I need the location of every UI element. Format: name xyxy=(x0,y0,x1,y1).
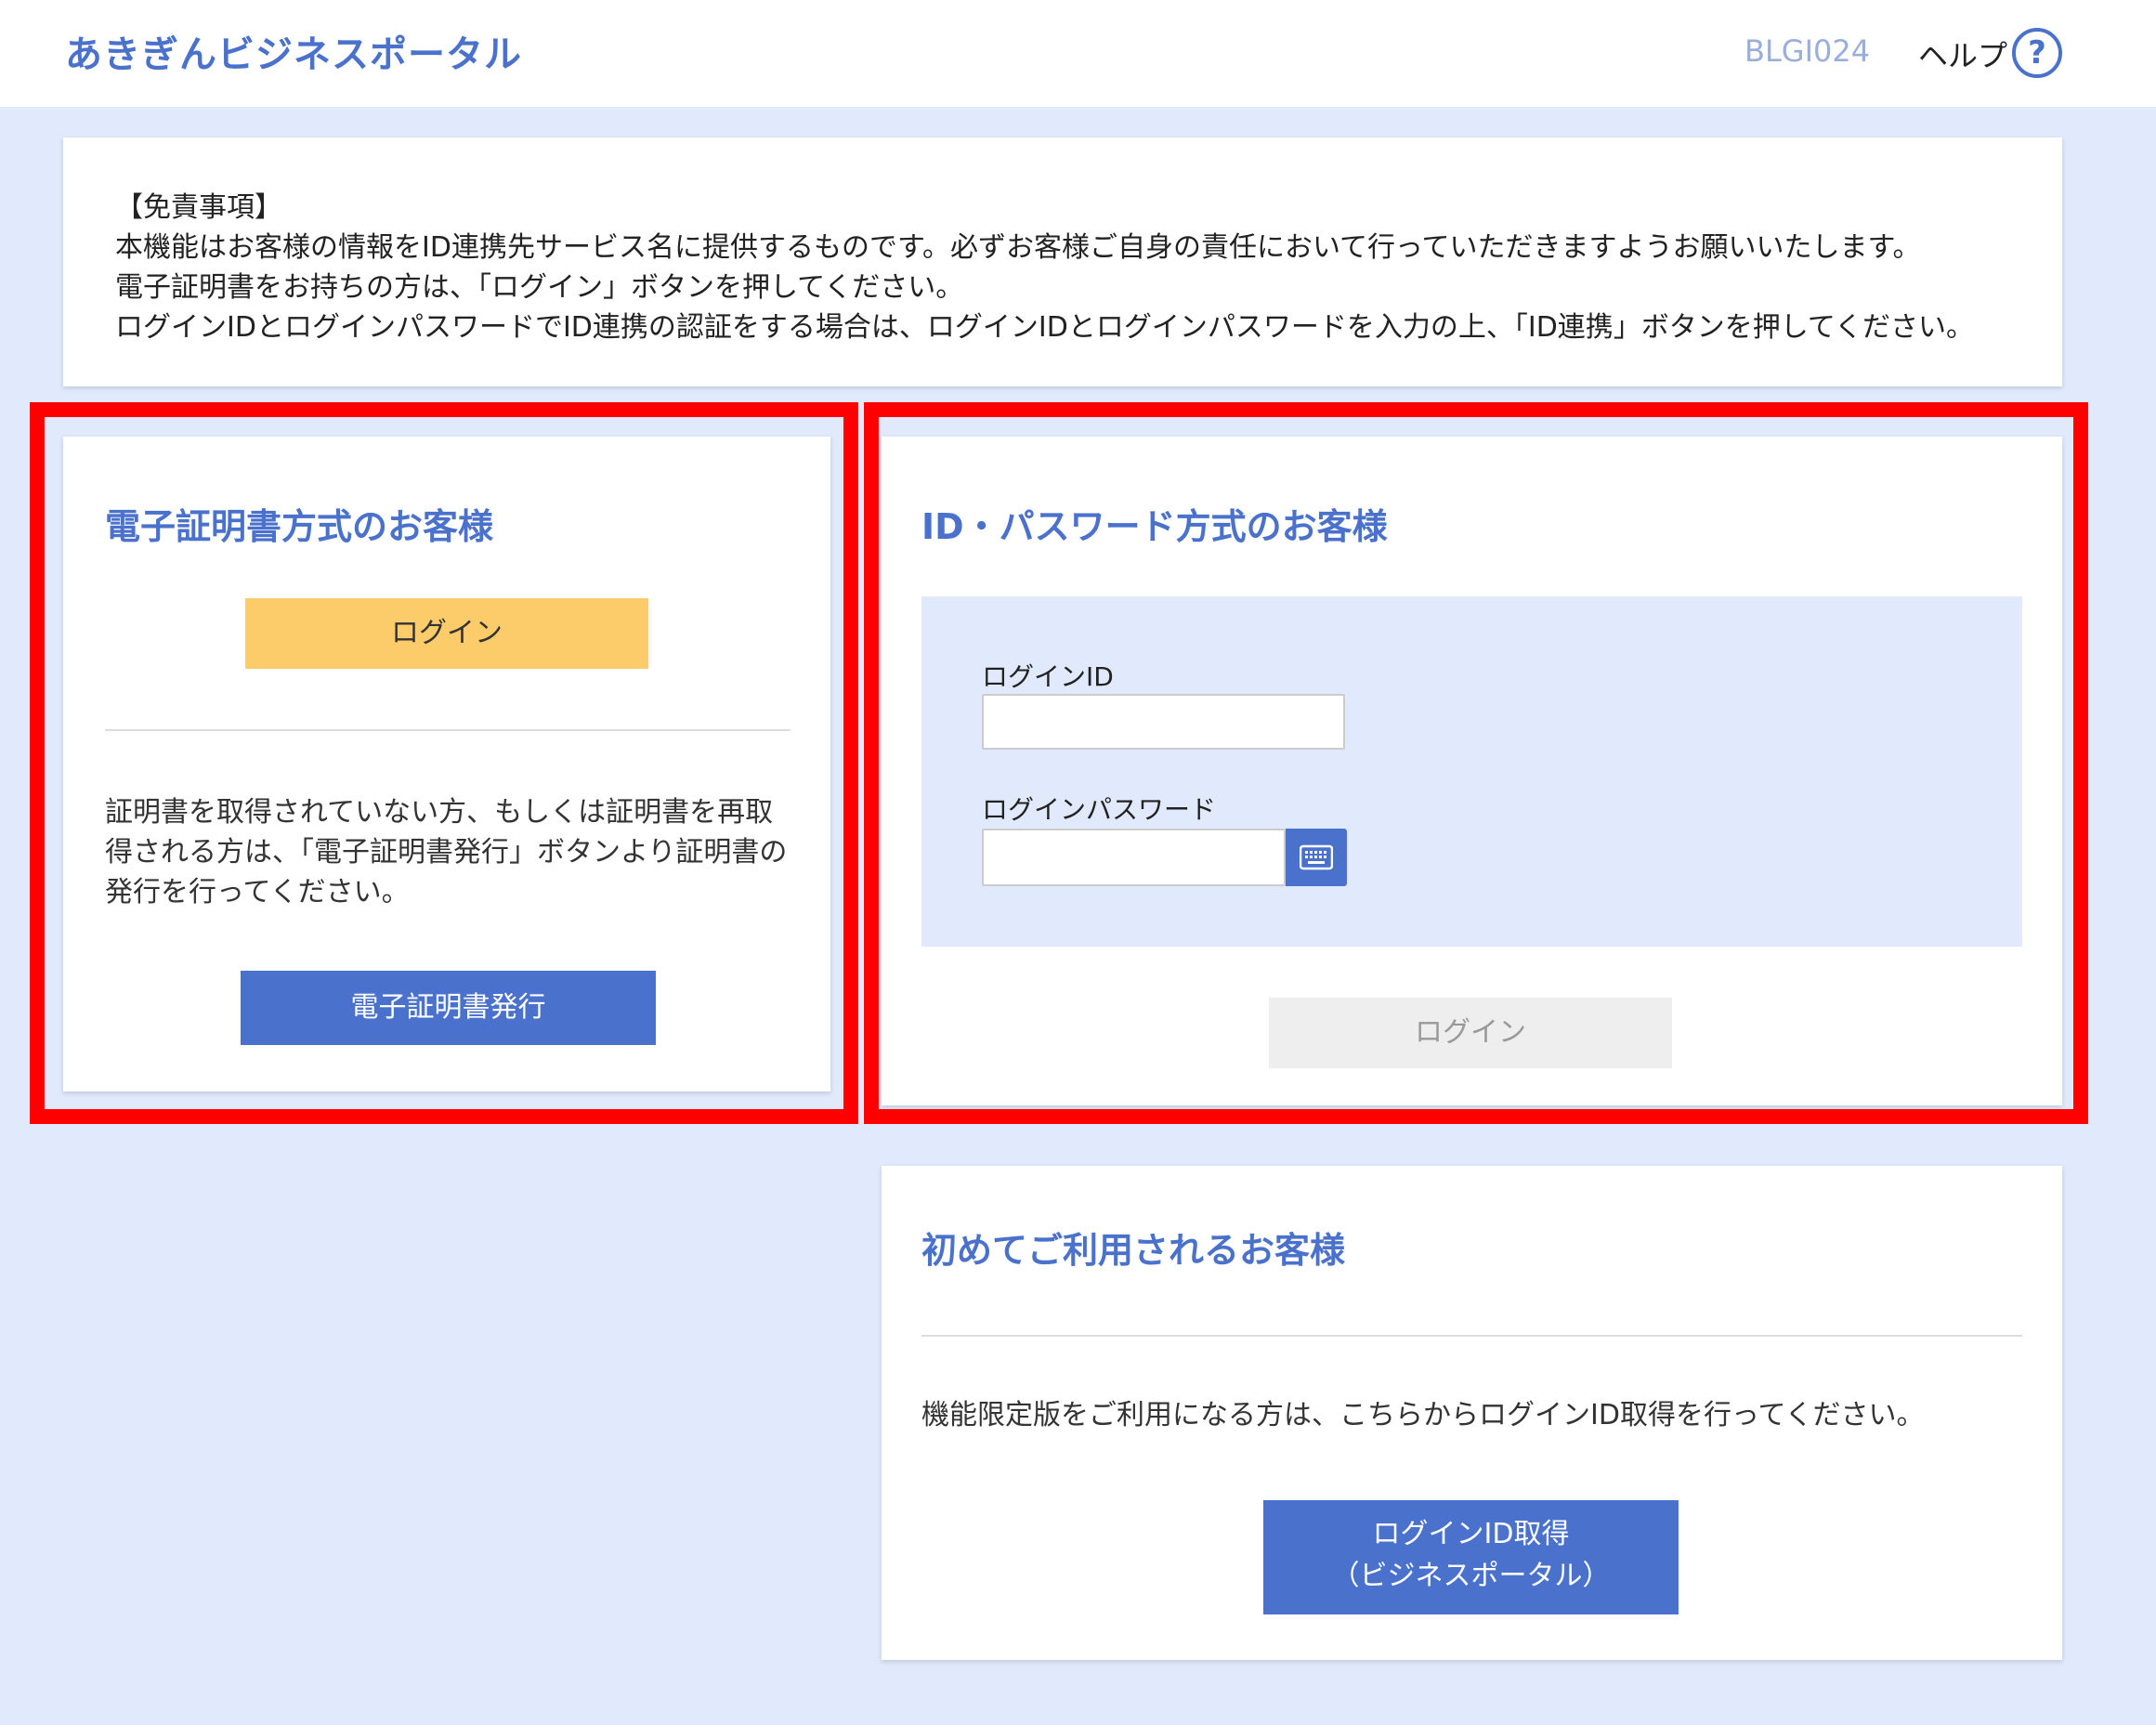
login-form: ログインID ログインパスワード xyxy=(921,596,2022,947)
disclaimer-heading: 【免責事項】 xyxy=(115,191,282,224)
id-password-panel: ID・パスワード方式のお客様 ログインID ログインパスワード ログイン xyxy=(882,437,2062,1105)
app-title[interactable]: あきぎんビジネスポータル xyxy=(65,24,522,78)
header-bar: あきぎんビジネスポータル BLGI024 ヘルプ ? xyxy=(0,0,2156,107)
screen-id: BLGI024 xyxy=(1744,33,1871,69)
cert-description: 証明書を取得されていない方、もしくは証明書を再取得される方は、「電子証明書発行」… xyxy=(105,796,788,908)
divider xyxy=(105,729,791,731)
cert-login-panel: 電子証明書方式のお客様 ログイン 証明書を取得されていない方、もしくは証明書を再… xyxy=(63,437,830,1091)
keyboard-icon xyxy=(1300,844,1333,870)
disclaimer-panel: 【免責事項】 本機能はお客様の情報をID連携先サービス名に提供するものです。必ず… xyxy=(63,137,2062,386)
login-id-label: ログインID xyxy=(982,661,1114,692)
software-keyboard-button[interactable] xyxy=(1286,829,1347,886)
issue-cert-button[interactable]: 電子証明書発行 xyxy=(241,971,656,1045)
disclaimer-line: ログインIDとログインパスワードでID連携の認証をする場合は、ログインIDとログ… xyxy=(115,311,1974,344)
acquire-button-line1: ログインID取得 xyxy=(1372,1518,1570,1550)
login-id-input[interactable] xyxy=(982,694,1345,750)
acquire-button-line2: （ビジネスポータル） xyxy=(1331,1560,1611,1592)
acquire-login-id-button[interactable]: ログインID取得 （ビジネスポータル） xyxy=(1263,1500,1679,1614)
disclaimer-line: 本機能はお客様の情報をID連携先サービス名に提供するものです。必ずお客様ご自身の… xyxy=(115,231,1921,264)
cert-panel-title: 電子証明書方式のお客様 xyxy=(105,506,494,547)
divider xyxy=(921,1335,2022,1337)
id-panel-title: ID・パスワード方式のお客様 xyxy=(921,506,1388,547)
password-label: ログインパスワード xyxy=(982,794,1217,825)
disclaimer-line: 電子証明書をお持ちの方は、「ログイン」ボタンを押してください。 xyxy=(115,271,964,304)
disclaimer-text: 【免責事項】 本機能はお客様の情報をID連携先サービス名に提供するものです。必ず… xyxy=(115,188,1974,347)
first-panel-title: 初めてご利用されるお客様 xyxy=(921,1230,1346,1271)
first-time-panel: 初めてご利用されるお客様 機能限定版をご利用になる方は、こちらからログインID取… xyxy=(882,1166,2062,1660)
cert-login-button[interactable]: ログイン xyxy=(245,598,648,669)
id-login-button[interactable]: ログイン xyxy=(1269,998,1672,1068)
help-link[interactable]: ヘルプ xyxy=(1918,33,2007,75)
first-description: 機能限定版をご利用になる方は、こちらからログインID取得を行ってください。 xyxy=(921,1399,1925,1431)
help-icon[interactable]: ? xyxy=(2012,28,2062,78)
password-input[interactable] xyxy=(982,829,1286,886)
